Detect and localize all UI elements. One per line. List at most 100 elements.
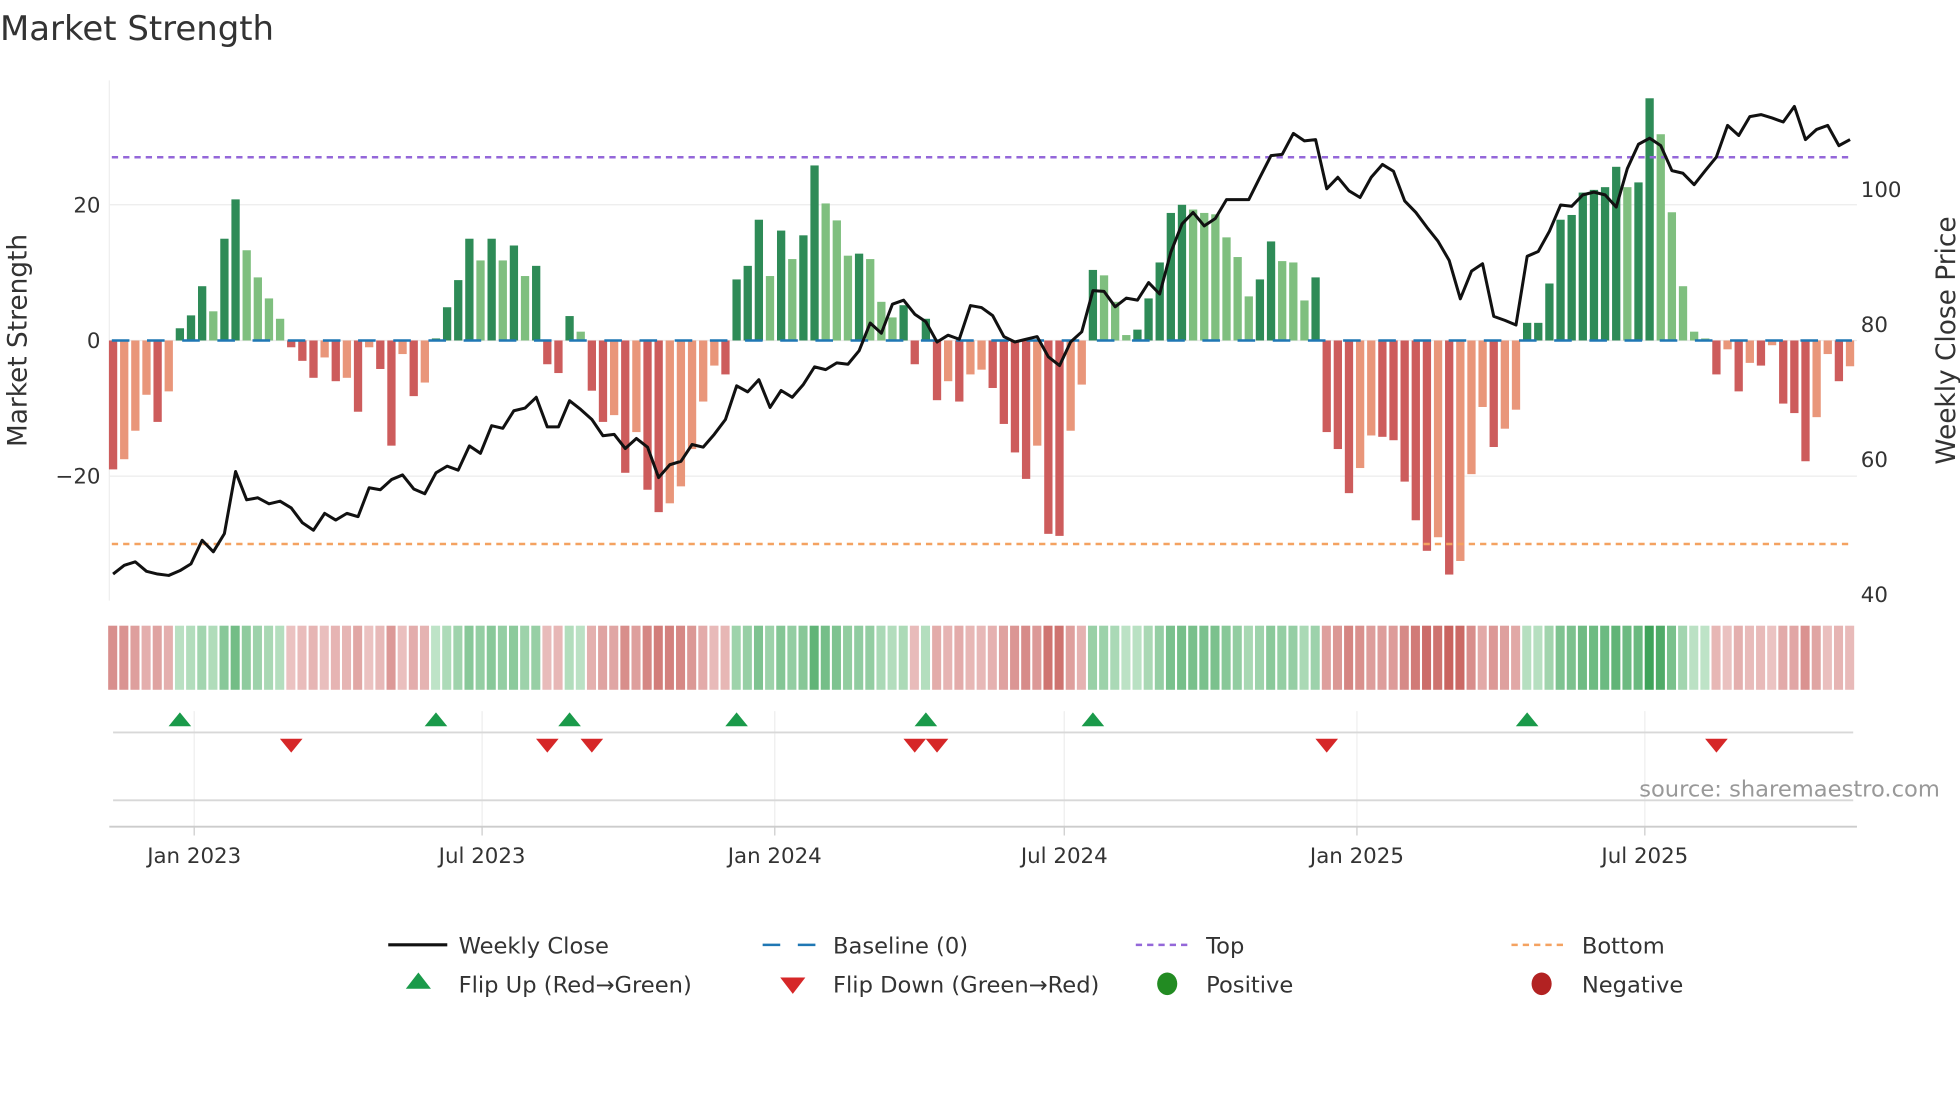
bar-positive	[832, 220, 841, 341]
circle-icon	[1531, 972, 1552, 996]
bar-positive	[1144, 298, 1153, 341]
heat-cell	[1210, 625, 1220, 690]
legend-item-flip_up: Flip Up (Red→Green)	[405, 972, 692, 999]
heat-cell	[542, 625, 552, 690]
heat-cell	[1611, 625, 1621, 690]
heat-cell	[676, 625, 686, 690]
heat-cell	[1466, 625, 1476, 690]
heat-cell	[1845, 625, 1855, 690]
heat-cell	[1087, 625, 1098, 690]
heat-cell	[765, 625, 775, 690]
heat-cell	[1165, 625, 1175, 690]
heat-cell	[1299, 625, 1309, 690]
heat-cell	[1733, 625, 1743, 690]
bar-positive	[788, 259, 797, 341]
bar-negative	[1756, 340, 1766, 366]
heat-cell	[1700, 625, 1710, 690]
heat-cell	[1266, 625, 1276, 690]
bar-negative	[1055, 340, 1064, 536]
heat-cell	[1499, 625, 1510, 690]
legend-label: Negative	[1582, 973, 1683, 999]
bar-positive	[231, 199, 240, 341]
bar-negative	[153, 340, 162, 422]
bar-positive	[220, 238, 229, 341]
bar-negative	[932, 340, 942, 401]
heat-cell	[1444, 625, 1454, 690]
bar-negative	[1411, 340, 1420, 521]
y2-tick-label: 60	[1861, 448, 1888, 473]
heat-cell	[1199, 625, 1209, 690]
bar-positive	[1656, 134, 1665, 341]
heat-cell	[1277, 625, 1287, 690]
heat-cell	[275, 625, 285, 690]
bar-negative	[609, 340, 619, 416]
legend-item-positive: Positive	[1157, 972, 1293, 999]
x-tick-label: Jan 2023	[145, 844, 241, 869]
heat-cell	[965, 625, 975, 690]
heat-cell	[1522, 625, 1532, 690]
heat-cell	[531, 625, 541, 690]
bar-negative	[120, 340, 129, 460]
bar-negative	[1367, 340, 1376, 436]
bar-negative	[1823, 340, 1832, 355]
bar-negative	[1021, 340, 1031, 479]
heat-cell	[353, 625, 363, 690]
y2-tick-label: 40	[1861, 583, 1888, 608]
bar-negative	[643, 340, 652, 490]
bar-negative	[944, 340, 953, 382]
heat-cell	[1756, 625, 1766, 690]
bar-positive	[186, 315, 196, 341]
bar-negative	[665, 340, 674, 504]
heat-cell	[1722, 625, 1732, 690]
heat-cell	[709, 625, 719, 690]
bar-negative	[398, 340, 407, 355]
bar-positive	[1122, 335, 1131, 341]
heat-cell	[798, 625, 808, 690]
heat-cell	[909, 625, 919, 690]
heat-cell	[230, 625, 240, 690]
bar-negative	[1400, 340, 1409, 482]
bar-positive	[1667, 212, 1677, 341]
bar-negative	[721, 340, 730, 375]
bar-positive	[1534, 322, 1543, 341]
bar-positive	[732, 279, 741, 341]
bar-positive	[498, 260, 507, 341]
heat-cell	[442, 625, 452, 690]
heat-cell	[1678, 625, 1688, 690]
bar-positive	[888, 317, 897, 341]
heat-cell	[1243, 625, 1253, 690]
bar-negative	[999, 340, 1008, 424]
bar-positive	[1300, 300, 1309, 341]
bar-positive	[1556, 219, 1565, 341]
bar-negative	[554, 340, 563, 374]
heat-cell	[152, 625, 162, 690]
strength-heatmap-strip	[108, 625, 1855, 690]
heat-cell	[820, 625, 830, 690]
bar-negative	[1010, 340, 1020, 453]
heat-cell	[698, 625, 708, 690]
flip-up-marker	[424, 712, 448, 727]
bar-negative	[1344, 340, 1354, 494]
bar-positive	[899, 305, 908, 341]
legend-label: Baseline (0)	[833, 934, 968, 960]
heat-cell	[464, 625, 474, 690]
bar-positive	[520, 276, 530, 341]
bar-negative	[1467, 340, 1476, 475]
heat-cell	[286, 625, 296, 690]
flip-down-marker	[279, 738, 303, 753]
heat-cell	[408, 625, 418, 690]
heat-cell	[319, 625, 329, 690]
heat-cell	[1577, 625, 1587, 690]
bar-negative	[910, 340, 919, 365]
bar-positive	[776, 230, 786, 341]
bar-positive	[821, 203, 830, 341]
heat-cell	[141, 625, 151, 690]
heat-cell	[1589, 625, 1599, 690]
heat-cell	[130, 625, 140, 690]
bar-positive	[1545, 283, 1554, 341]
heat-cell	[809, 625, 819, 690]
heat-cell	[1132, 625, 1142, 690]
bar-negative	[621, 340, 630, 473]
bar-negative	[687, 340, 697, 450]
heat-cell	[631, 625, 641, 690]
